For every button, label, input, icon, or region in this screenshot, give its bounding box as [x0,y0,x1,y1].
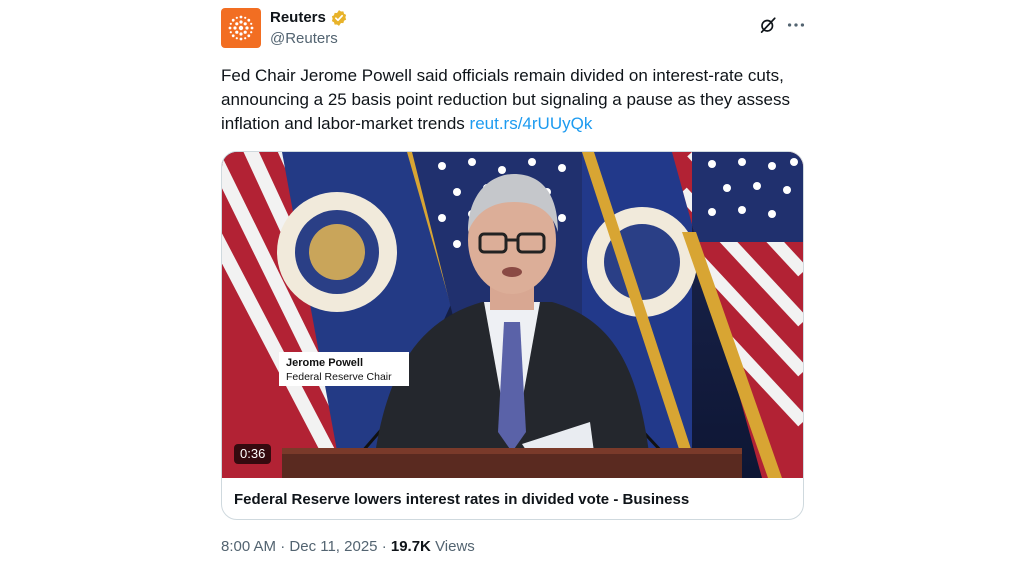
tweet-header: Reuters @Reuters [221,8,807,52]
author-name[interactable]: Reuters [270,9,326,27]
lower-third: Jerome Powell Federal Reserve Chair [279,352,409,386]
video-thumbnail [222,152,803,478]
meta-separator-2: · [381,538,387,555]
views-count: 19.7K [390,538,431,555]
avatar[interactable] [221,8,261,48]
lower-third-name: Jerome Powell [286,357,364,369]
video-duration-badge: 0:36 [234,444,272,464]
meta-separator: · [280,538,286,555]
lower-third-title: Federal Reserve Chair [286,371,392,383]
tweet-text: Fed Chair Jerome Powell said officials r… [221,64,804,136]
tweet-time[interactable]: 8:00 AM [221,538,276,555]
card-title[interactable]: Federal Reserve lowers interest rates in… [234,490,689,510]
tweet-meta: 8:00 AM · Dec 11, 2025 · 19.7K Views [221,537,475,557]
views-label: Views [435,538,475,555]
reuters-logo-icon [228,15,254,41]
tweet-date[interactable]: Dec 11, 2025 [289,538,377,555]
more-icon[interactable] [785,14,807,36]
author-name-row: Reuters [270,9,348,27]
tweet-link[interactable]: reut.rs/4rUUyQk [470,114,593,133]
video-player[interactable]: Jerome Powell Federal Reserve Chair 0:36 [222,152,803,478]
media-card[interactable]: Jerome Powell Federal Reserve Chair 0:36… [221,151,804,520]
grok-icon[interactable] [759,16,777,34]
verified-badge-icon [331,10,346,26]
author-handle[interactable]: @Reuters [270,30,338,48]
